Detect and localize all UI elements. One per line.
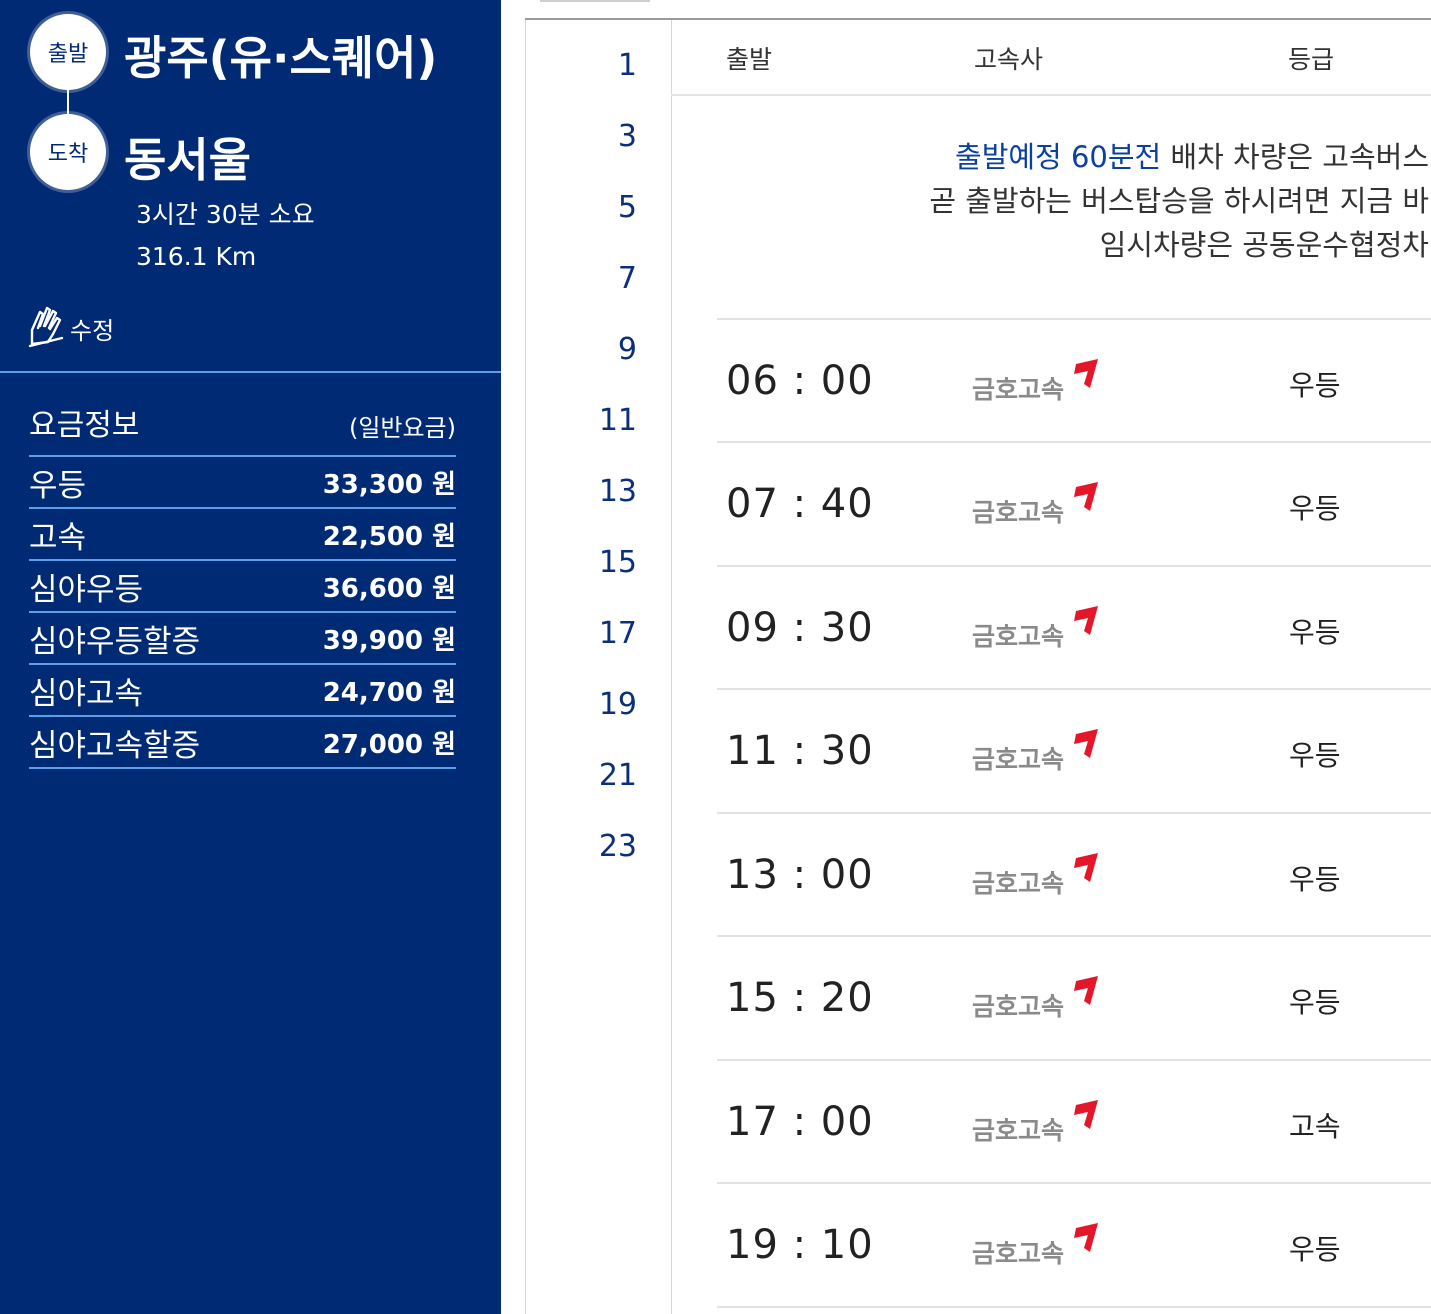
notice-line-3: 임시차량은 공동운수협정차 [1099, 228, 1429, 262]
company-name: 금호고속 [972, 375, 1064, 404]
bus-grade: 우등 [1289, 739, 1341, 772]
fare-grade: 우등 [29, 467, 87, 504]
bus-grade: 우등 [1289, 616, 1341, 649]
route-connector [67, 90, 69, 116]
hour-link[interactable]: 11 [526, 403, 671, 438]
kumho-logo-icon: 금호고속 [972, 848, 1102, 898]
table-bottom-border [717, 1306, 1431, 1308]
hour-link[interactable]: 5 [526, 190, 671, 225]
kumho-logo-icon: 금호고속 [972, 601, 1102, 651]
company-name: 금호고속 [972, 498, 1064, 527]
fare-row: 고속 22,500 원 [29, 509, 456, 561]
fare-row: 심야고속할증 27,000 원 [29, 717, 456, 769]
top-scroll-edge [540, 0, 650, 2]
departure-time: 11 : 30 [726, 728, 874, 774]
schedule-row[interactable]: 15 : 20 금호고속 우등 [717, 935, 1431, 1060]
fare-price: 36,600 원 [322, 573, 456, 604]
fare-grade: 심야고속할증 [29, 727, 201, 764]
kumho-logo-icon: 금호고속 [972, 1095, 1102, 1145]
departure-badge: 출발 [30, 14, 106, 90]
company-name: 금호고속 [972, 622, 1064, 651]
travel-duration: 3시간 30분 소요 [136, 200, 315, 229]
bus-grade: 우등 [1289, 986, 1341, 1019]
arrival-badge: 도착 [30, 114, 106, 190]
kumho-logo-icon: 금호고속 [972, 1218, 1102, 1268]
notice-line-1-rest: 배차 차량은 고속버스 [1161, 140, 1429, 174]
fare-row: 심야우등할증 39,900 원 [29, 613, 456, 665]
notice-line-2: 곧 출발하는 버스탑승을 하시려면 지금 바 [929, 184, 1429, 218]
dispatch-notice: 출발예정 60분전 배차 차량은 고속버스 곧 출발하는 버스탑승을 하시려면 … [671, 96, 1431, 318]
fare-header: 요금정보 (일반요금) [29, 400, 456, 450]
hand-edit-icon [28, 304, 64, 352]
notice-highlight: 출발예정 60분전 [955, 140, 1162, 174]
fare-grade: 고속 [29, 519, 87, 556]
company-name: 금호고속 [972, 745, 1064, 774]
fare-price: 33,300 원 [322, 469, 456, 500]
edit-route-button[interactable]: 수정 [28, 304, 114, 352]
bus-grade: 우등 [1289, 863, 1341, 896]
hour-link[interactable]: 1 [526, 48, 671, 83]
hour-link[interactable]: 7 [526, 261, 671, 296]
fare-grade: 심야우등 [29, 571, 144, 608]
schedule-row[interactable]: 06 : 00 금호고속 우등 [717, 318, 1431, 443]
company-name: 금호고속 [972, 992, 1064, 1021]
fare-row: 심야우등 36,600 원 [29, 561, 456, 613]
schedule-table-header: 출발 고속사 등급 [671, 20, 1431, 96]
notice-line-1: 출발예정 60분전 배차 차량은 고속버스 [955, 134, 1429, 176]
bus-grade: 우등 [1289, 492, 1341, 525]
fare-row: 우등 33,300 원 [29, 457, 456, 509]
arrival-city: 동서울 [124, 133, 251, 187]
kumho-logo-icon: 금호고속 [972, 477, 1102, 527]
hour-link[interactable]: 21 [526, 758, 671, 793]
departure-city: 광주(유·스퀘어) [124, 31, 438, 85]
fare-list: 우등 33,300 원 고속 22,500 원 심야우등 36,600 원 심야… [29, 455, 456, 769]
hour-index-column: 1 3 5 7 9 11 13 15 17 19 21 23 [525, 20, 672, 1314]
hour-link[interactable]: 15 [526, 545, 671, 580]
fare-title: 요금정보 [29, 408, 140, 443]
departure-time: 13 : 00 [726, 852, 874, 898]
bus-grade: 우등 [1289, 1233, 1341, 1266]
schedule-row[interactable]: 11 : 30 금호고속 우등 [717, 688, 1431, 813]
route-info-panel: 출발 도착 광주(유·스퀘어) 동서울 3시간 30분 소요 316.1 Km … [0, 0, 501, 1314]
schedule-row[interactable]: 07 : 40 금호고속 우등 [717, 441, 1431, 566]
panel-divider [0, 371, 501, 373]
hour-link[interactable]: 19 [526, 687, 671, 722]
bus-grade: 우등 [1289, 369, 1341, 402]
fare-price: 27,000 원 [322, 729, 456, 760]
fare-grade: 심야고속 [29, 675, 144, 712]
header-company: 고속사 [974, 45, 1044, 74]
departure-time: 07 : 40 [726, 481, 874, 527]
departure-time: 17 : 00 [726, 1099, 874, 1145]
hour-link[interactable]: 13 [526, 474, 671, 509]
kumho-logo-icon: 금호고속 [972, 354, 1102, 404]
fare-price: 39,900 원 [322, 625, 456, 656]
schedule-row[interactable]: 13 : 00 금호고속 우등 [717, 812, 1431, 937]
bus-grade: 고속 [1289, 1110, 1341, 1143]
company-name: 금호고속 [972, 1239, 1064, 1268]
departure-time: 19 : 10 [726, 1222, 874, 1268]
kumho-logo-icon: 금호고속 [972, 724, 1102, 774]
departure-time: 06 : 00 [726, 358, 874, 404]
header-grade: 등급 [1288, 45, 1335, 74]
hour-link[interactable]: 17 [526, 616, 671, 651]
header-departure: 출발 [726, 45, 773, 74]
hour-link[interactable]: 9 [526, 332, 671, 367]
company-name: 금호고속 [972, 1116, 1064, 1145]
company-name: 금호고속 [972, 869, 1064, 898]
schedule-row[interactable]: 17 : 00 금호고속 고속 [717, 1059, 1431, 1184]
hour-link[interactable]: 3 [526, 119, 671, 154]
departure-time: 15 : 20 [726, 975, 874, 1021]
schedule-row[interactable]: 09 : 30 금호고속 우등 [717, 565, 1431, 690]
travel-distance: 316.1 Km [136, 242, 257, 271]
fare-price: 24,700 원 [322, 677, 456, 708]
hour-link[interactable]: 23 [526, 829, 671, 864]
fare-price: 22,500 원 [322, 521, 456, 552]
edit-label: 수정 [70, 316, 115, 345]
fare-row: 심야고속 24,700 원 [29, 665, 456, 717]
fare-note: (일반요금) [348, 414, 456, 442]
schedule-row[interactable]: 19 : 10 금호고속 우등 [717, 1182, 1431, 1307]
departure-time: 09 : 30 [726, 605, 874, 651]
kumho-logo-icon: 금호고속 [972, 971, 1102, 1021]
fare-grade: 심야우등할증 [29, 623, 201, 660]
